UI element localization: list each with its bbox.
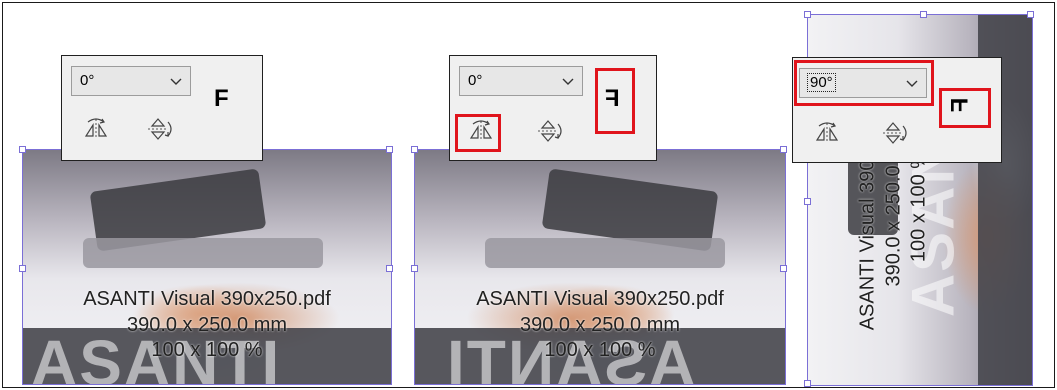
caption-dimensions: 390.0 x 250.0 mm — [126, 314, 288, 336]
highlight-box — [455, 114, 501, 152]
rotation-value: 0° — [80, 72, 95, 89]
rotation-panel-1: 0° F — [61, 55, 263, 161]
rotation-value: 0° — [468, 72, 483, 89]
flip-horizontal-icon[interactable] — [813, 120, 841, 146]
image-machine-base — [83, 238, 323, 268]
resize-handle[interactable] — [920, 11, 927, 18]
resize-handle[interactable] — [804, 198, 811, 205]
caption-filename: ASANTI Visual 390x250.pdf — [476, 288, 724, 310]
resize-handle[interactable] — [804, 380, 811, 387]
rotation-panel-2: 0° F — [449, 55, 657, 161]
image-caption: ASANTI Visual 390x250.pdf 390.0 x 250.0 … — [23, 288, 391, 361]
resize-handle[interactable] — [411, 146, 418, 153]
highlight-box — [939, 88, 991, 128]
resize-handle[interactable] — [19, 146, 26, 153]
highlight-box — [794, 60, 934, 106]
caption-filename: ASANTI Visual 390x250.pdf — [83, 288, 331, 310]
image-frame-2[interactable]: ASANTI ASANTI Visual 390x250.pdf 390.0 x… — [414, 149, 786, 385]
caption-scale: 100 x 100 % — [544, 339, 656, 361]
resize-handle[interactable] — [780, 265, 787, 272]
rotation-select[interactable]: 0° — [459, 66, 583, 96]
flip-vertical-icon[interactable] — [881, 120, 909, 146]
rotation-select[interactable]: 0° — [71, 66, 191, 96]
rotation-panel-3: 90° F — [792, 57, 1002, 163]
highlight-box — [595, 68, 635, 134]
resize-handle[interactable] — [411, 265, 418, 272]
preview-letter: F — [214, 85, 229, 112]
resize-handle[interactable] — [386, 265, 393, 272]
image-frame-1[interactable]: ASANTI ASANTI Visual 390x250.pdf 390.0 x… — [22, 149, 392, 385]
image-caption: ASANTI Visual 390x250.pdf 390.0 x 250.0 … — [415, 288, 785, 361]
flip-vertical-icon[interactable] — [146, 116, 174, 142]
resize-handle[interactable] — [780, 146, 787, 153]
resize-handle[interactable] — [386, 146, 393, 153]
caption-dimensions: 390.0 x 250.0 mm — [519, 314, 681, 336]
resize-handle[interactable] — [19, 265, 26, 272]
chevron-down-icon — [170, 78, 182, 85]
image-machine-base — [485, 238, 725, 268]
flip-horizontal-icon[interactable] — [82, 116, 110, 142]
resize-handle[interactable] — [804, 11, 811, 18]
flip-vertical-icon[interactable] — [536, 118, 564, 144]
chevron-down-icon — [562, 78, 574, 85]
resize-handle[interactable] — [1027, 11, 1034, 18]
caption-scale: 100 x 100 % — [151, 339, 263, 361]
